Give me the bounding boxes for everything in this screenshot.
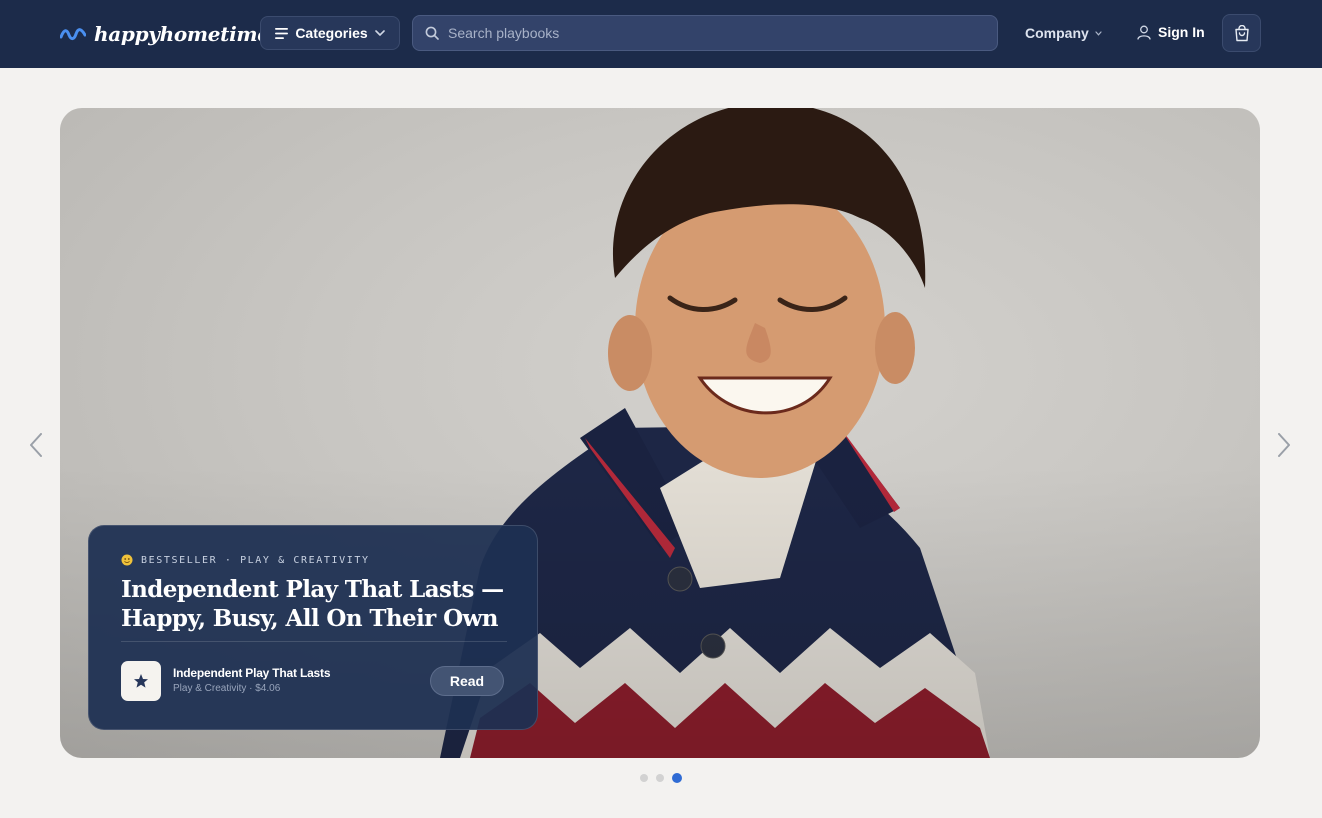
carousel-dots <box>640 772 682 784</box>
hero-title-line-2: Happy, Busy, All On Their Own <box>121 605 498 632</box>
chevron-left-icon <box>30 433 42 457</box>
star-icon <box>134 674 148 688</box>
categories-label: Categories <box>295 25 368 41</box>
product-row: Independent Play That Lasts Play & Creat… <box>121 661 505 701</box>
featured-card: BESTSELLER · PLAY & CREATIVITY Independe… <box>88 525 538 730</box>
brand-logo[interactable]: happyhometime <box>60 19 270 49</box>
eyebrow-text: BESTSELLER · PLAY & CREATIVITY <box>141 554 370 566</box>
chevron-down-icon <box>374 30 385 36</box>
user-icon <box>1137 25 1151 40</box>
sign-in-label: Sign In <box>1158 24 1205 40</box>
brand-name: happyhometime <box>94 22 270 46</box>
hero-title: Independent Play That Lasts — Happy, Bus… <box>121 575 505 633</box>
carousel-prev-button[interactable] <box>26 430 46 460</box>
product-name: Independent Play That Lasts <box>173 666 331 680</box>
categories-button[interactable]: Categories <box>260 16 400 50</box>
search-input[interactable] <box>448 16 997 50</box>
hero-title-line-1: Independent Play That Lasts — <box>121 576 504 603</box>
product-thumbnail[interactable] <box>121 661 161 701</box>
shopping-bag-icon <box>1234 24 1249 41</box>
sign-in-link[interactable]: Sign In <box>1137 23 1205 41</box>
company-label: Company <box>1025 25 1089 41</box>
hero-carousel-slide: BESTSELLER · PLAY & CREATIVITY Independe… <box>60 108 1260 758</box>
carousel-dot-1[interactable] <box>640 774 648 782</box>
chevron-right-icon <box>1278 433 1290 457</box>
carousel-next-button[interactable] <box>1274 430 1294 460</box>
product-meta: Play & Creativity · $4.06 <box>173 683 281 694</box>
menu-lines-icon <box>275 27 289 39</box>
search-bar[interactable] <box>412 15 998 51</box>
top-navbar: happyhometime Categories Company Sign In <box>0 0 1322 68</box>
cart-button[interactable] <box>1222 14 1261 52</box>
eyebrow: BESTSELLER · PLAY & CREATIVITY <box>121 554 505 566</box>
card-divider <box>121 641 507 642</box>
company-menu[interactable]: Company <box>1025 24 1102 42</box>
emoji-face-icon <box>121 554 133 566</box>
carousel-dot-3[interactable] <box>672 773 682 783</box>
read-button[interactable]: Read <box>430 666 504 696</box>
carousel-dot-2[interactable] <box>656 774 664 782</box>
search-icon <box>425 26 439 40</box>
chevron-down-icon <box>1095 30 1102 36</box>
wave-logo-icon <box>60 28 86 41</box>
